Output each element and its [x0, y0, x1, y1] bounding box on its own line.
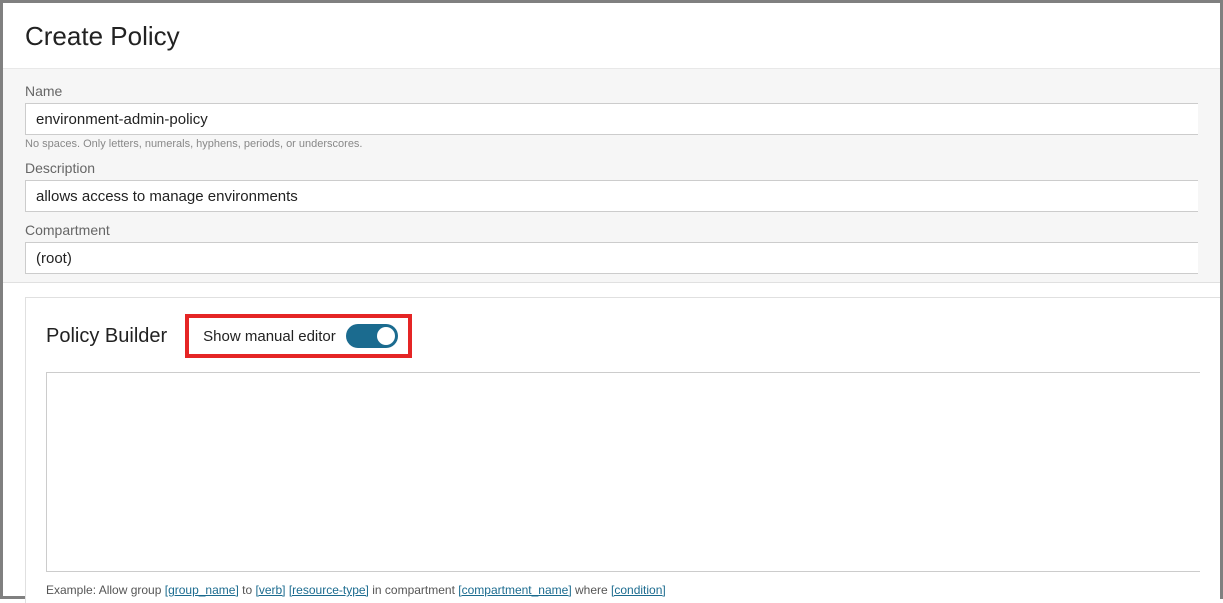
name-input[interactable] [25, 103, 1198, 135]
toggle-knob [377, 327, 395, 345]
policy-builder-section: Policy Builder Show manual editor Exampl… [25, 297, 1220, 603]
example-in: in compartment [369, 583, 458, 597]
example-to: to [239, 583, 256, 597]
compartment-field-group: Compartment [3, 222, 1220, 282]
page-header: Create Policy [3, 3, 1220, 69]
builder-title: Policy Builder [46, 325, 167, 348]
example-link-condition[interactable]: [condition] [611, 583, 666, 597]
manual-editor-toggle-label: Show manual editor [203, 328, 336, 345]
policy-example-line: Example: Allow group [group_name] to [ve… [46, 583, 1200, 597]
page-title: Create Policy [25, 21, 1198, 52]
name-helper: No spaces. Only letters, numerals, hyphe… [25, 138, 1198, 150]
example-link-group-name[interactable]: [group_name] [165, 583, 239, 597]
description-label: Description [25, 160, 1198, 176]
form-area: Name No spaces. Only letters, numerals, … [3, 69, 1220, 283]
name-field-group: Name No spaces. Only letters, numerals, … [3, 83, 1220, 160]
manual-editor-highlight: Show manual editor [185, 314, 412, 358]
name-label: Name [25, 83, 1198, 99]
example-link-compartment-name[interactable]: [compartment_name] [458, 583, 571, 597]
policy-textarea[interactable] [46, 372, 1200, 572]
example-link-resource-type[interactable]: [resource-type] [289, 583, 369, 597]
example-link-verb[interactable]: [verb] [255, 583, 285, 597]
builder-header: Policy Builder Show manual editor [46, 314, 1200, 358]
example-prefix: Example: Allow group [46, 583, 165, 597]
description-input[interactable] [25, 180, 1198, 212]
description-field-group: Description [3, 160, 1220, 222]
example-where: where [572, 583, 611, 597]
manual-editor-toggle[interactable] [346, 324, 398, 348]
compartment-input[interactable] [25, 242, 1198, 274]
compartment-label: Compartment [25, 222, 1198, 238]
